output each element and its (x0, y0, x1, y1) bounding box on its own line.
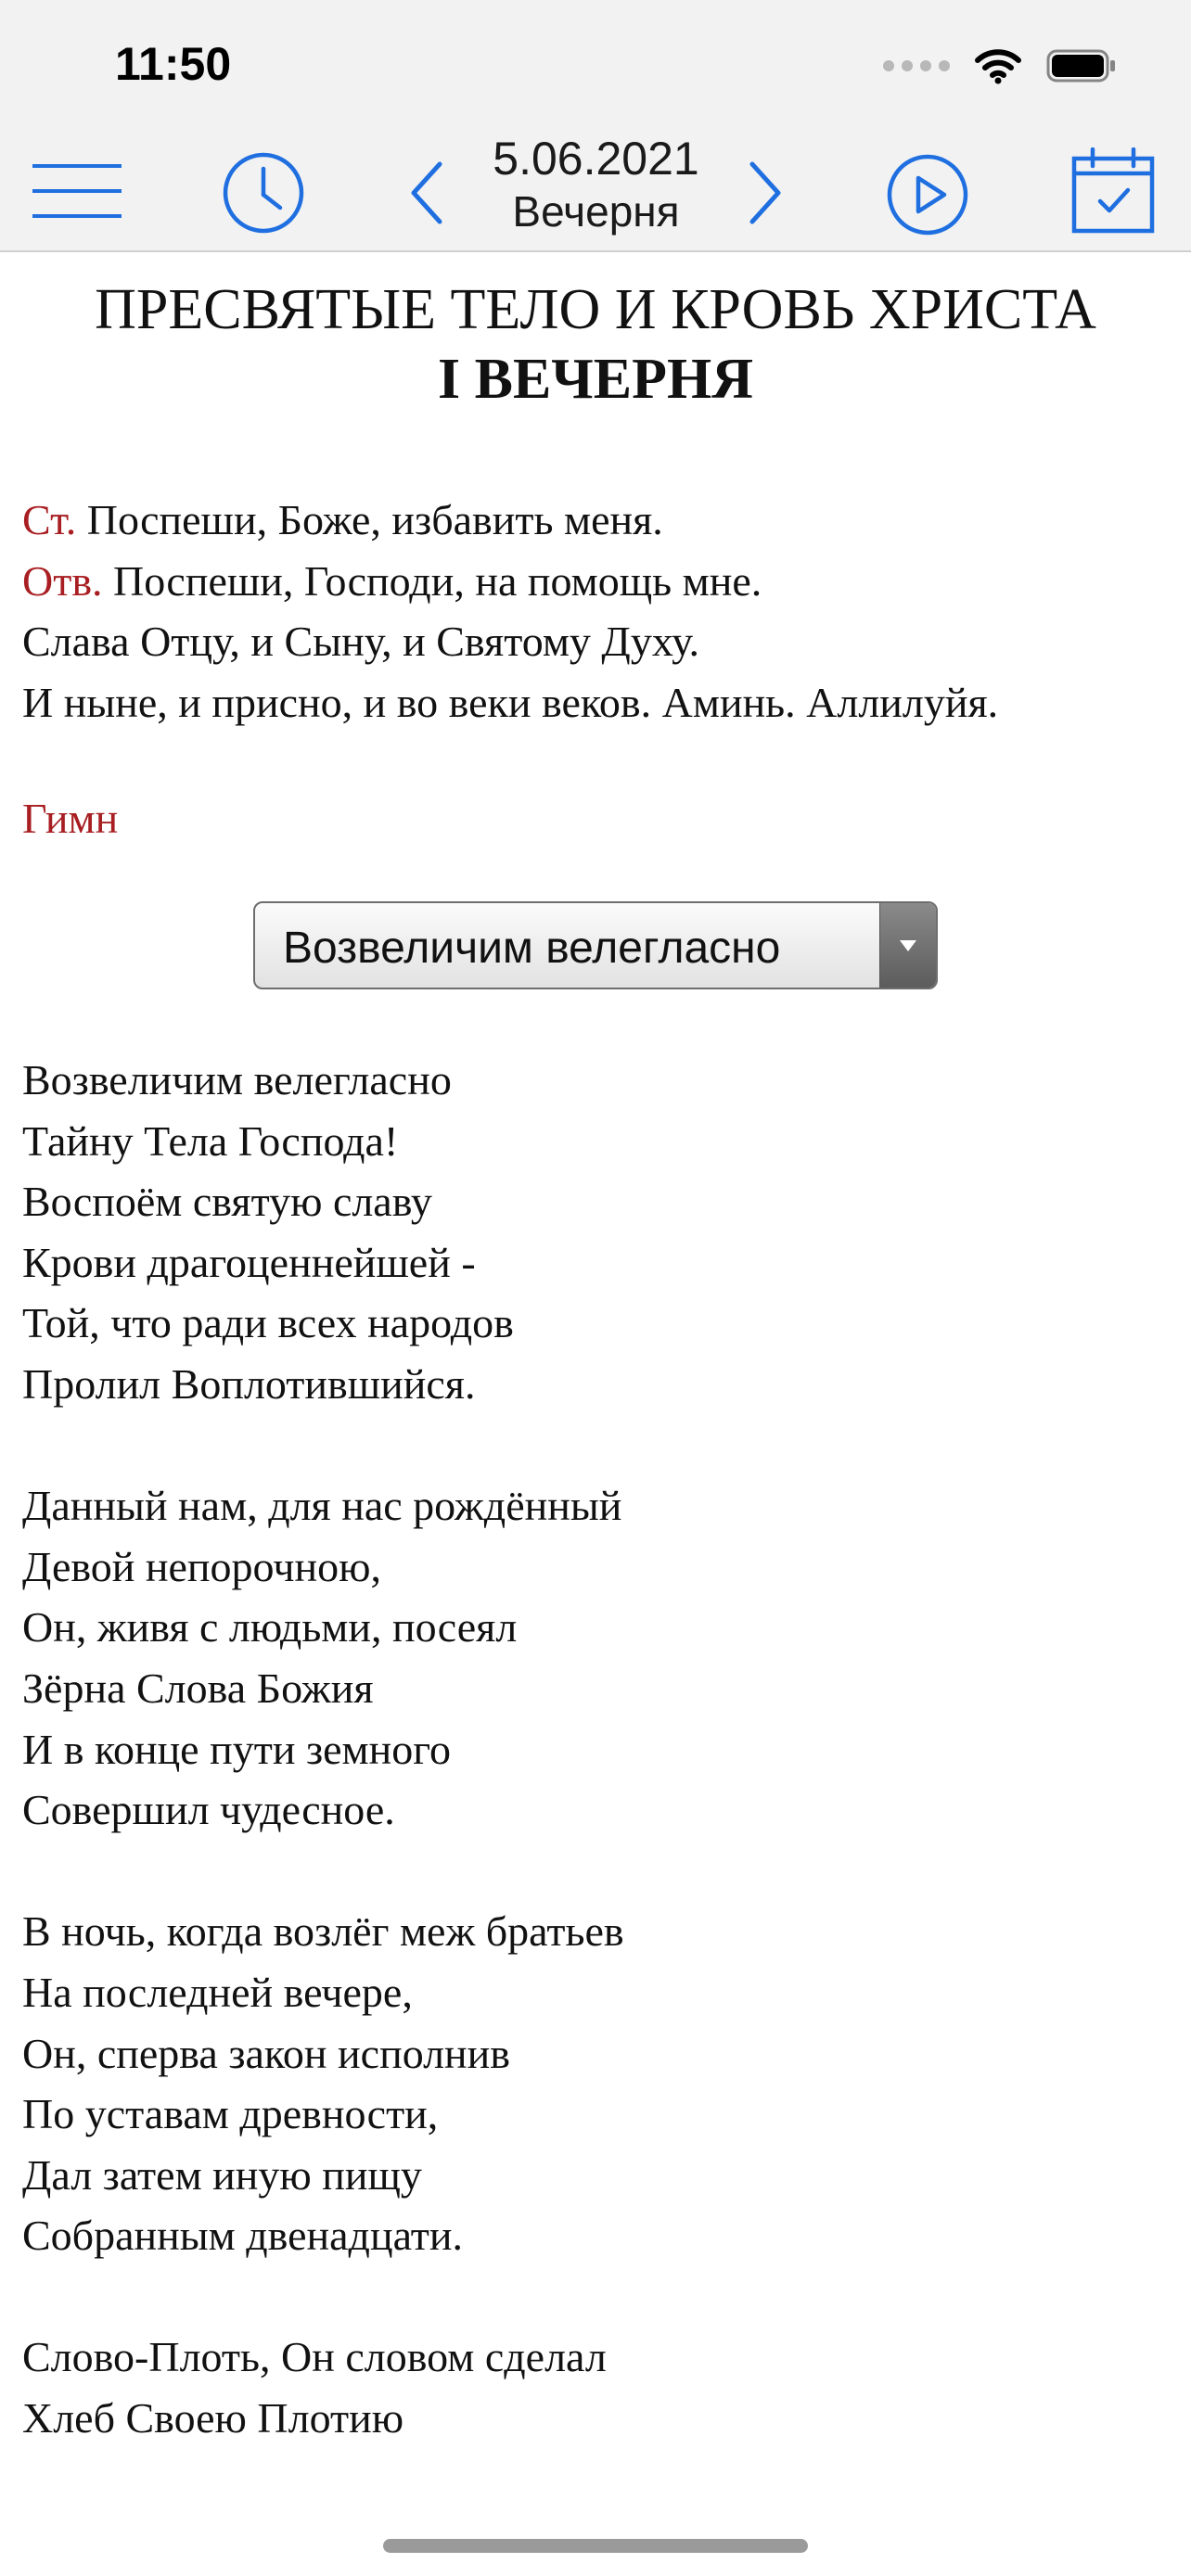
status-time: 11:50 (115, 38, 232, 90)
doxology-line: Слава Отцу, и Сыну, и Святому Духу. (22, 618, 699, 666)
hymn-line: Дал затем иную пищу (22, 2150, 422, 2199)
hymn-line: Тайну Тела Господа! (22, 1116, 399, 1165)
stanza: Слово-Плоть, Он словом сделал Хлеб Своею… (22, 2327, 1182, 2448)
hymn-line: Он, живя с людьми, посеял (22, 1603, 518, 1651)
home-indicator[interactable] (383, 2539, 808, 2553)
opening-versicles: Ст. Поспеши, Боже, избавить меня. Отв. П… (22, 490, 1182, 733)
hymn-line: В ночь, когда возлёг меж братьев (22, 1907, 624, 1956)
hymn-heading: Гимн (22, 795, 119, 842)
current-office: Вечерня (512, 187, 680, 236)
feast-title: ПРЕСВЯТЫЕ ТЕЛО И КРОВЬ ХРИСТА (95, 278, 1096, 341)
hymn-select[interactable]: Возвеличим велегласно (253, 901, 938, 989)
previous-date-button[interactable] (399, 158, 455, 228)
hymn-line: Пролил Воплотившийся. (22, 1359, 476, 1408)
hymn-line: Девой непорочною, (22, 1542, 381, 1590)
office-title: I ВЕЧЕРНЯ (437, 348, 754, 411)
wifi-icon (975, 49, 1021, 84)
hymn-line: Собранным двенадцати. (22, 2212, 464, 2260)
chevron-left-icon (411, 161, 442, 224)
menu-button[interactable] (26, 156, 128, 226)
play-button[interactable] (881, 148, 974, 241)
history-button[interactable] (217, 147, 310, 239)
hymn-line: Крови драгоценнейшей - (22, 1238, 476, 1286)
status-icons (883, 43, 1117, 89)
hymn-line: Хлеб Своею Плотию (22, 2394, 404, 2442)
hymn-select-value: Возвеличим велегласно (283, 924, 781, 973)
current-date: 5.06.2021 (493, 133, 699, 185)
calendar-check-icon (1071, 147, 1155, 234)
hymn-line: Он, сперва закон исполнив (22, 2029, 510, 2077)
date-selector[interactable]: 5.06.2021 Вечерня (455, 132, 737, 237)
chevron-right-icon (749, 161, 781, 224)
stanza: Данный нам, для нас рождённый Девой непо… (22, 1475, 1182, 1841)
hymn-line: И в конце пути земного (22, 1725, 451, 1773)
hymn-line: Данный нам, для нас рождённый (22, 1482, 622, 1530)
top-bar: 11:50 5.06.2021 Вечерня (0, 0, 1191, 252)
versicle-line: Ст. Поспеши, Боже, избавить меня. (22, 496, 663, 543)
hymn-line: Возвеличим велегласно (22, 1056, 452, 1103)
hymn-line: На последней вечере, (22, 1968, 413, 2016)
hymn-line: Воспоём святую славу (22, 1178, 432, 1226)
battery-icon (1046, 49, 1115, 83)
hymn-line: По уставам древности, (22, 2090, 439, 2138)
stanza: В ночь, когда возлёг меж братьев На посл… (22, 1901, 1182, 2266)
scroll-fade (0, 2450, 1191, 2478)
stanza: Возвеличим велегласно Тайну Тела Господа… (22, 1050, 1182, 1415)
calendar-button[interactable] (1069, 147, 1158, 236)
next-date-button[interactable] (737, 158, 793, 228)
hymn-line: Совершил чудесное. (22, 1786, 395, 1834)
response-line: Отв. Поспеши, Господи, на помощь мне. (22, 556, 762, 605)
hymn-line: Той, что ради всех народов (22, 1299, 514, 1347)
hymn-line: Слово-Плоть, Он словом сделал (22, 2333, 607, 2381)
hymn-line: Зёрна Слова Божия (22, 1664, 374, 1712)
menu-icon (32, 164, 122, 218)
dropdown-arrow-icon (879, 903, 936, 988)
play-icon (887, 154, 968, 236)
signal-dots-icon (883, 60, 950, 71)
response-label: Отв. (22, 556, 103, 605)
doxology-line: И ныне, и присно, и во веки веков. Аминь… (22, 678, 999, 726)
hymn-text: Возвеличим велегласно Тайну Тела Господа… (22, 1050, 1182, 2478)
office-text[interactable]: ПРЕСВЯТЫЕ ТЕЛО И КРОВЬ ХРИСТА I ВЕЧЕРНЯ … (0, 252, 1191, 2478)
versicle-label: Ст. (22, 496, 77, 543)
clock-icon (223, 152, 304, 234)
